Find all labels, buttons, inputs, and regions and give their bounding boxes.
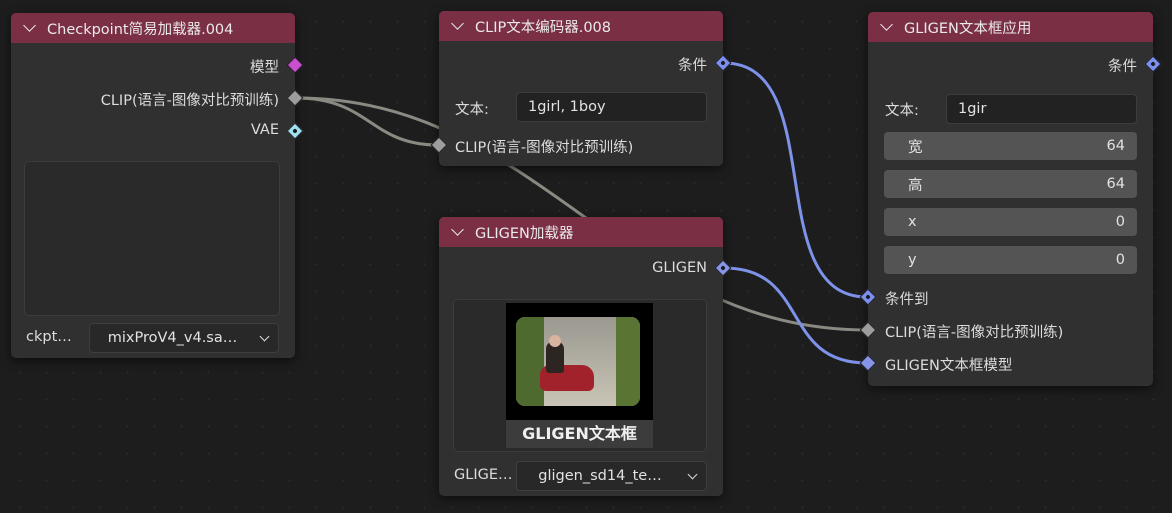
gligen-preview-area: GLIGEN文本框: [453, 299, 707, 452]
collapse-chevron-icon[interactable]: [451, 223, 464, 236]
width-number-field[interactable]: 宽 64: [884, 132, 1137, 160]
gligen-textbox-apply-header[interactable]: GLIGEN文本框应用: [868, 12, 1153, 42]
collapse-chevron-icon[interactable]: [451, 17, 464, 30]
ckpt-name-dropdown[interactable]: mixProV4_v4.sa…: [89, 323, 279, 353]
preview-thumbnail: GLIGEN文本框: [506, 303, 653, 448]
input-conditioning-label: 条件到: [885, 292, 929, 308]
gligen-loader-node[interactable]: GLIGEN加载器 GLIGEN GLIGEN文本框 GLIGE… gligen…: [439, 217, 732, 496]
gligen-name-label: GLIGE…: [454, 467, 513, 483]
wire-gligen-to-apply[interactable]: [723, 266, 868, 365]
chevron-down-icon: [687, 469, 698, 479]
gligen-textbox-apply-node[interactable]: GLIGEN文本框应用 条件 文本: 1gir 宽 64 高 64 x 0 y …: [859, 12, 1162, 386]
checkpoint-preview-area: [24, 161, 280, 316]
preview-photo: [516, 317, 640, 406]
width-value: 64: [1106, 138, 1125, 154]
wire-cond-to-apply[interactable]: [723, 61, 868, 299]
node-title: Checkpoint简易加载器.004: [47, 21, 234, 38]
output-vae-label: VAE: [250, 122, 279, 138]
gligen-name-dropdown[interactable]: gligen_sd14_te…: [516, 461, 707, 491]
clip-text-encoder-header[interactable]: CLIP文本编码器.008: [439, 11, 723, 41]
output-clip-label: CLIP(语言-图像对比预训练): [100, 93, 279, 109]
node-title: GLIGEN文本框应用: [904, 20, 1032, 37]
gligen-name-value: gligen_sd14_te…: [538, 468, 662, 484]
output-model-label: 模型: [250, 60, 279, 76]
text-input-value: 1girl, 1boy: [528, 99, 606, 115]
y-label: y: [908, 252, 917, 268]
text-input-value: 1gir: [958, 101, 987, 117]
input-clip-label: CLIP(语言-图像对比预训练): [885, 325, 1064, 341]
y-value: 0: [1115, 252, 1125, 268]
clip-text-encoder-node[interactable]: CLIP文本编码器.008 条件 文本: 1girl, 1boy CLIP(语言…: [430, 11, 732, 166]
chevron-down-icon: [259, 331, 270, 341]
collapse-chevron-icon[interactable]: [880, 18, 893, 31]
preview-caption: GLIGEN文本框: [506, 420, 653, 448]
height-label: 高: [908, 177, 923, 194]
output-conditioning-label: 条件: [1108, 59, 1137, 75]
node-title: CLIP文本编码器.008: [475, 19, 612, 36]
input-clip-label: CLIP(语言-图像对比预训练): [455, 140, 634, 156]
height-value: 64: [1106, 176, 1125, 192]
x-value: 0: [1115, 214, 1125, 230]
x-number-field[interactable]: x 0: [884, 208, 1137, 236]
collapse-chevron-icon[interactable]: [23, 19, 36, 32]
ckpt-name-value: mixProV4_v4.sa…: [107, 330, 238, 346]
text-field-label: 文本:: [885, 103, 919, 119]
ckpt-label: ckpt…: [26, 329, 72, 345]
x-label: x: [908, 214, 917, 230]
input-gligen-label: GLIGEN文本框模型: [885, 358, 1013, 374]
gligen-loader-header[interactable]: GLIGEN加载器: [439, 217, 723, 247]
output-conditioning-label: 条件: [678, 58, 707, 74]
text-input[interactable]: 1gir: [946, 94, 1137, 124]
height-number-field[interactable]: 高 64: [884, 170, 1137, 198]
y-number-field[interactable]: y 0: [884, 246, 1137, 274]
checkpoint-loader-node[interactable]: Checkpoint简易加载器.004 模型 CLIP(语言-图像对比预训练) …: [11, 13, 304, 358]
width-label: 宽: [908, 139, 923, 156]
text-field-label: 文本:: [455, 102, 489, 118]
text-input[interactable]: 1girl, 1boy: [516, 92, 707, 122]
output-gligen-label: GLIGEN: [652, 260, 707, 276]
checkpoint-loader-header[interactable]: Checkpoint简易加载器.004: [11, 13, 295, 43]
node-title: GLIGEN加载器: [475, 225, 574, 242]
